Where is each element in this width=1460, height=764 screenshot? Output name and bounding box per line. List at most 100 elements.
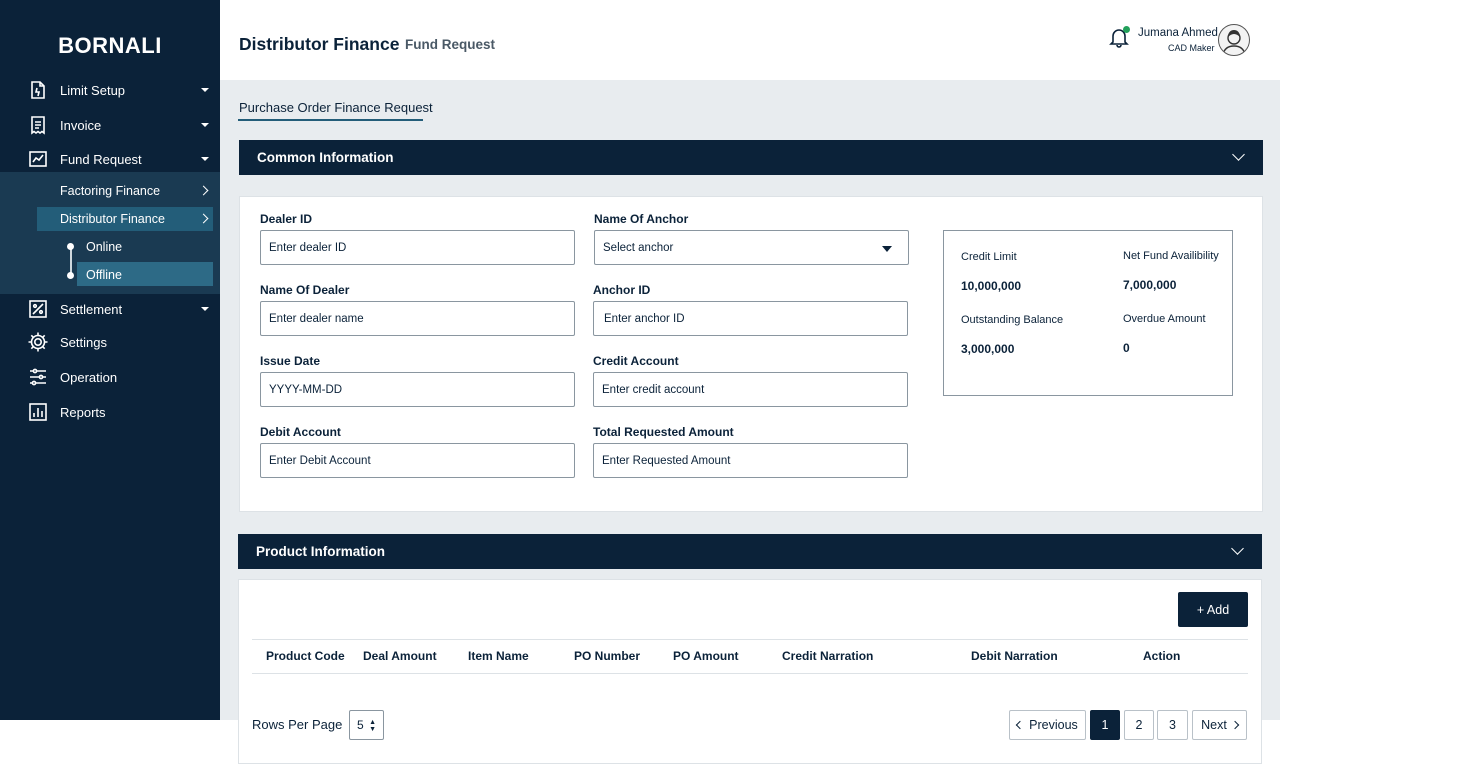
sidebar-item-limit-setup[interactable]: Limit Setup	[0, 75, 220, 105]
section-title: Common Information	[257, 150, 394, 165]
dealer-id-label: Dealer ID	[260, 212, 313, 226]
tree-dot	[67, 272, 74, 279]
submenu-item-label: Distributor Finance	[60, 212, 165, 226]
column-header-deal-amount: Deal Amount	[363, 649, 437, 663]
sliders-icon	[27, 366, 49, 388]
dealer-name-label: Name Of Dealer	[260, 283, 350, 297]
product-information-header[interactable]: Product Information	[238, 534, 1262, 569]
debit-account-label: Debit Account	[260, 425, 341, 439]
submenu-item-factoring-finance[interactable]: Factoring Finance	[60, 184, 160, 198]
pagination-page-2[interactable]: 2	[1124, 710, 1154, 740]
document-icon	[27, 79, 49, 101]
dealer-name-input[interactable]	[260, 301, 575, 336]
column-header-debit-narration: Debit Narration	[971, 649, 1058, 663]
chevron-down-icon	[1232, 148, 1245, 161]
chart-line-icon	[27, 148, 49, 170]
submenu-item-offline[interactable]: Offline	[86, 268, 122, 282]
sidebar-item-settings[interactable]: Settings	[0, 327, 220, 357]
outstanding-balance-label: Outstanding Balance	[961, 314, 1064, 326]
chevron-left-icon	[1015, 720, 1025, 730]
submenu-item-distributor-finance[interactable]: Distributor Finance	[60, 212, 165, 226]
credit-account-input[interactable]	[593, 372, 908, 407]
pagination-previous-button[interactable]: Previous	[1009, 710, 1086, 740]
dealer-id-input[interactable]	[260, 230, 575, 265]
net-fund-label: Net Fund Availibility	[1123, 250, 1219, 262]
sidebar-item-label: Settlement	[60, 301, 123, 317]
caret-down-icon	[201, 157, 209, 161]
common-information-header[interactable]: Common Information	[239, 140, 1263, 175]
total-requested-amount-input[interactable]	[593, 443, 908, 478]
page-title: Distributor Finance	[239, 34, 400, 54]
debit-account-input[interactable]	[260, 443, 575, 478]
sidebar-item-label: Invoice	[60, 117, 102, 133]
submenu-item-label: Online	[86, 240, 123, 254]
anchor-name-label: Name Of Anchor	[594, 212, 689, 226]
user-avatar-icon	[1222, 30, 1246, 55]
sidebar-item-label: Operation	[60, 369, 118, 385]
caret-down-icon	[201, 88, 209, 92]
anchor-id-input[interactable]	[593, 301, 908, 336]
chevron-down-icon	[1231, 542, 1244, 555]
table-divider	[252, 639, 1248, 640]
sidebar-item-reports[interactable]: Reports	[0, 397, 220, 427]
notification-dot	[1123, 26, 1130, 33]
pagination-page-3[interactable]: 3	[1157, 710, 1188, 740]
column-header-credit-narration: Credit Narration	[782, 649, 874, 663]
gear-icon	[27, 331, 49, 353]
caret-down-icon	[201, 123, 209, 127]
brand-logo: BORNALI	[58, 33, 162, 58]
user-role: CAD Maker	[1168, 43, 1215, 53]
page-subtitle: Fund Request	[405, 37, 495, 52]
column-header-item-name: Item Name	[468, 649, 529, 663]
tab-purchase-order-finance-request[interactable]: Purchase Order Finance Request	[239, 100, 433, 115]
add-product-button[interactable]: + Add	[1178, 592, 1248, 627]
tree-dot	[67, 243, 74, 250]
column-header-action: Action	[1143, 649, 1181, 663]
credit-summary-card: Credit Limit 10,000,000 Net Fund Availib…	[943, 230, 1233, 396]
receipt-icon	[27, 114, 49, 136]
submenu-item-online[interactable]: Online	[86, 240, 122, 254]
avatar[interactable]	[1218, 24, 1250, 56]
pagination-page-1[interactable]: 1	[1090, 710, 1120, 740]
tab-underline	[238, 119, 423, 121]
credit-limit-label: Credit Limit	[961, 251, 1017, 263]
anchor-id-label: Anchor ID	[593, 283, 651, 297]
column-header-product-code: Product Code	[266, 649, 345, 663]
net-fund-value: 7,000,000	[1123, 278, 1177, 292]
user-name: Jumana Ahmed	[1138, 27, 1218, 39]
anchor-name-select[interactable]: Select anchor	[594, 230, 909, 265]
sidebar-item-invoice[interactable]: Invoice	[0, 110, 220, 140]
column-header-po-number: PO Number	[574, 649, 641, 663]
anchor-name-select-value: Select anchor	[603, 241, 674, 254]
credit-account-label: Credit Account	[593, 354, 679, 368]
bar-chart-icon	[27, 401, 49, 423]
sidebar-item-fund-request[interactable]: Fund Request	[0, 144, 220, 174]
sidebar-item-label: Settings	[60, 334, 107, 350]
chevron-right-icon	[1230, 720, 1240, 730]
percent-icon	[27, 298, 49, 320]
total-requested-amount-label: Total Requested Amount	[593, 425, 734, 439]
sidebar-item-label: Limit Setup	[60, 82, 126, 98]
sidebar-item-settlement[interactable]: Settlement	[0, 294, 220, 324]
overdue-amount-label: Overdue Amount	[1123, 313, 1206, 325]
column-header-po-amount: PO Amount	[673, 649, 739, 663]
issue-date-label: Issue Date	[260, 354, 321, 368]
sidebar: BORNALI Limit Setup Invoice Fund Request…	[0, 0, 220, 720]
rows-per-page-select[interactable]: 5 ▲ ▼	[349, 710, 384, 740]
sort-arrows-icon: ▲ ▼	[369, 719, 376, 733]
section-title: Product Information	[256, 544, 385, 559]
caret-down-icon	[201, 307, 209, 311]
pagination-next-label: Next	[1201, 718, 1227, 732]
sidebar-item-label: Fund Request	[60, 151, 142, 167]
sidebar-item-operation[interactable]: Operation	[0, 362, 220, 392]
top-header: Distributor Finance Fund Request Jumana …	[220, 0, 1280, 80]
rows-per-page-value: 5	[357, 718, 364, 732]
overdue-amount-value: 0	[1123, 341, 1130, 355]
rows-per-page-label: Rows Per Page	[252, 717, 343, 732]
submenu-item-label: Factoring Finance	[60, 184, 161, 198]
pagination-next-button[interactable]: Next	[1192, 710, 1247, 740]
caret-down-icon	[882, 246, 892, 252]
issue-date-input[interactable]	[260, 372, 575, 407]
credit-limit-value: 10,000,000	[961, 279, 1022, 293]
table-divider	[252, 673, 1248, 674]
